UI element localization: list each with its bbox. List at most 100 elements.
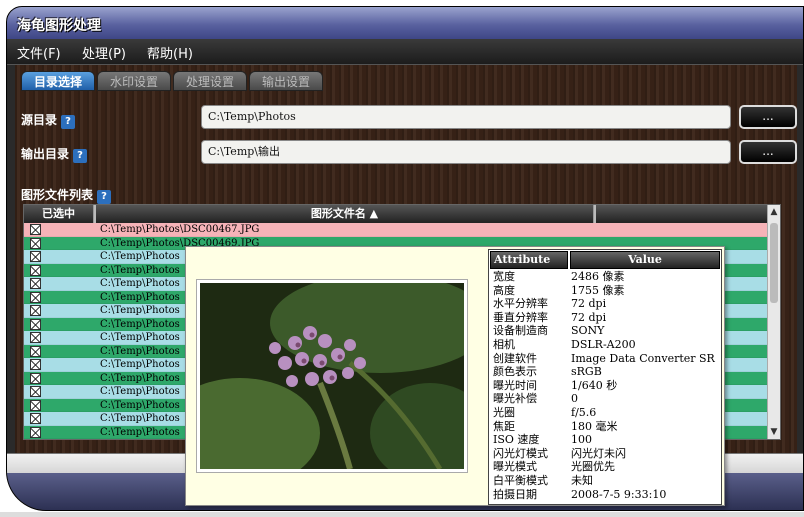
row-filename: C:\Temp\Photos — [100, 332, 180, 343]
exif-key: 创建软件 — [493, 351, 537, 365]
row-filename: C:\Temp\Photos — [100, 305, 180, 316]
menu-process[interactable]: 处理(P) — [82, 43, 126, 62]
tab-3[interactable]: 输出设置 — [249, 71, 324, 91]
exif-value: DSLR-A200 — [571, 337, 636, 351]
file-list-label: 图形文件列表? — [21, 186, 112, 204]
exif-row: 相机 DSLR-A200 — [489, 338, 721, 352]
menu-file[interactable]: 文件(F) — [17, 43, 61, 62]
row-checkbox[interactable] — [30, 224, 41, 235]
exif-row: 曝光时间 1/640 秒 — [489, 379, 721, 393]
exif-value: f/5.6 — [571, 405, 597, 419]
exif-key: 曝光补偿 — [493, 392, 537, 406]
row-filename: C:\Temp\Photos — [100, 264, 180, 276]
exif-value: Image Data Converter SR — [571, 351, 715, 365]
exif-key: 曝光时间 — [493, 378, 537, 392]
tab-2[interactable]: 处理设置 — [173, 71, 248, 91]
row-filename: C:\Temp\Photos — [100, 413, 180, 424]
exif-key: 设备制造商 — [493, 324, 548, 338]
exif-key: 光圈 — [493, 405, 515, 419]
grid-header: 已选中 图形文件名 ▲ — [24, 205, 769, 223]
output-browse-button[interactable]: ... — [739, 140, 797, 164]
row-checkbox[interactable] — [30, 359, 41, 370]
row-checkbox[interactable] — [30, 318, 41, 330]
row-filename: C:\Temp\Photos — [100, 426, 180, 438]
row-checkbox[interactable] — [30, 291, 41, 303]
tab-1[interactable]: 水印设置 — [97, 71, 172, 91]
exif-value: SONY — [571, 324, 605, 338]
exif-value: 1/640 秒 — [571, 378, 618, 392]
output-dir-input[interactable]: C:\Temp\输出 — [201, 140, 731, 164]
output-help-icon[interactable]: ? — [73, 149, 88, 163]
row-checkbox[interactable] — [30, 264, 41, 276]
app-title: 海龟图形处理 — [17, 18, 101, 34]
flower-photo-image — [160, 273, 490, 488]
exif-row: 创建软件 Image Data Converter SR — [489, 352, 721, 366]
row-filename: C:\Temp\Photos — [100, 251, 180, 262]
row-filename: C:\Temp\Photos — [100, 386, 180, 397]
exif-row: 颜色表示 sRGB — [489, 365, 721, 379]
desktop-strip — [0, 512, 804, 517]
exif-value: 72 dpi — [571, 297, 607, 311]
exif-key: 高度 — [493, 283, 515, 297]
row-checkbox[interactable] — [30, 345, 41, 357]
exif-row: 闪光灯模式 闪光灯未闪 — [489, 447, 721, 461]
exif-key: 焦距 — [493, 419, 515, 433]
source-dir-input[interactable]: C:\Temp\Photos — [201, 105, 731, 129]
exif-value: 72 dpi — [571, 310, 607, 324]
row-checkbox[interactable] — [30, 237, 41, 249]
scroll-down-icon[interactable]: ▼ — [769, 427, 779, 437]
scroll-up-icon[interactable]: ▲ — [769, 207, 779, 217]
row-checkbox[interactable] — [30, 332, 41, 343]
column-selected[interactable]: 已选中 — [24, 205, 94, 223]
row-filename: C:\Temp\Photos — [100, 372, 180, 384]
exif-attribute-header: Attribute — [490, 251, 568, 269]
vertical-scrollbar[interactable]: ▲ ▼ — [767, 205, 780, 439]
exif-value: sRGB — [571, 365, 602, 379]
exif-key: ISO 速度 — [493, 433, 540, 447]
exif-row: 曝光补偿 0 — [489, 392, 721, 406]
row-filename: C:\Temp\Photos — [100, 291, 180, 303]
row-checkbox[interactable] — [30, 372, 41, 384]
exif-value: 1755 像素 — [571, 283, 625, 297]
exif-key: 闪光灯模式 — [493, 446, 548, 460]
row-checkbox[interactable] — [30, 251, 41, 262]
menu-help[interactable]: 帮助(H) — [147, 43, 193, 62]
exif-row: 光圈 f/5.6 — [489, 406, 721, 420]
row-checkbox[interactable] — [30, 386, 41, 397]
source-browse-button[interactable]: ... — [739, 105, 797, 129]
row-checkbox[interactable] — [30, 278, 41, 289]
row-checkbox[interactable] — [30, 399, 41, 411]
row-filename: C:\Temp\Photos — [100, 345, 180, 357]
exif-key: 垂直分辨率 — [493, 310, 548, 324]
exif-row: ISO 速度 100 — [489, 433, 721, 447]
exif-value: 光圈优先 — [571, 460, 615, 474]
exif-table-header: Attribute Value — [489, 250, 721, 270]
exif-key: 水平分辨率 — [493, 297, 548, 311]
exif-value: 100 — [571, 433, 592, 447]
tab-0[interactable]: 目录选择 — [21, 71, 96, 91]
row-checkbox[interactable] — [30, 305, 41, 316]
row-filename: C:\Temp\Photos — [100, 359, 180, 370]
exif-attribute-table: Attribute Value 宽度 2486 像素 高度 1755 像素水平分辨率 7… — [488, 249, 722, 505]
exif-row: 曝光模式 光圈优先 — [489, 460, 721, 474]
exif-rows: 宽度 2486 像素 高度 1755 像素水平分辨率 72 dpi 垂直分辨率 72 dpi… — [489, 270, 721, 501]
exif-row: 白平衡模式 未知 — [489, 474, 721, 488]
exif-key: 相机 — [493, 337, 515, 351]
exif-value: 0 — [571, 392, 578, 406]
photo-thumbnail — [160, 273, 490, 488]
table-row[interactable]: C:\Temp\Photos\DSC00467.JPG — [24, 223, 769, 237]
row-checkbox[interactable] — [30, 413, 41, 424]
file-list-help-icon[interactable]: ? — [97, 190, 112, 204]
exif-row: 宽度 2486 像素 — [489, 270, 721, 284]
row-checkbox[interactable] — [30, 426, 41, 438]
menu-bar: 文件(F) 处理(P) 帮助(H) 新项目打开项目保存项目制作停止 — [7, 39, 803, 94]
column-filename[interactable]: 图形文件名 ▲ — [94, 205, 594, 223]
source-help-icon[interactable]: ? — [61, 115, 76, 129]
exif-value: 未知 — [571, 473, 593, 487]
output-dir-label: 输出目录? — [21, 145, 88, 163]
row-filename: C:\Temp\Photos — [100, 318, 180, 330]
scroll-thumb[interactable] — [770, 223, 778, 303]
exif-row: 水平分辨率 72 dpi — [489, 297, 721, 311]
column-extra — [594, 205, 769, 223]
row-filename: C:\Temp\Photos — [100, 399, 180, 411]
